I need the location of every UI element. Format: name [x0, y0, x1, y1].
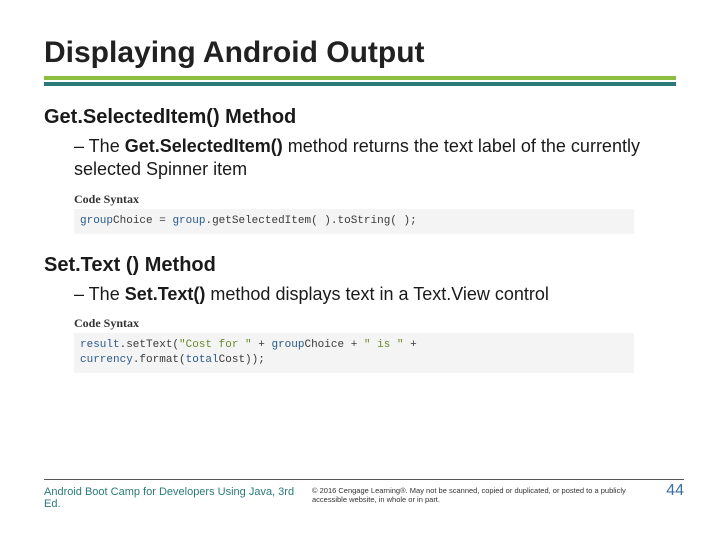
- page-title: Displaying Android Output: [44, 36, 676, 70]
- syntax-label: Code Syntax: [74, 190, 634, 209]
- syntax-code-get-selected: groupChoice = group.getSelectedItem( ).t…: [74, 209, 634, 234]
- bullet-set-text: – The Set.Text() method displays text in…: [74, 283, 676, 306]
- bullet-text-bold: Set.Text(): [125, 284, 206, 304]
- footer-copyright: © 2016 Cengage Learning®. May not be sca…: [312, 486, 660, 505]
- section-get-selected: Get.SelectedItem() Method – The Get.Sele…: [44, 106, 676, 234]
- section-set-text: Set.Text () Method – The Set.Text() meth…: [44, 254, 676, 373]
- divider-teal: [44, 82, 676, 86]
- heading-set-text: Set.Text () Method: [44, 254, 676, 277]
- bullet-text-prefix: – The: [74, 284, 125, 304]
- syntax-code-set-text: result.setText("Cost for " + groupChoice…: [74, 333, 634, 373]
- syntax-block-set-text: Code Syntax result.setText("Cost for " +…: [74, 314, 634, 373]
- syntax-block-get-selected: Code Syntax groupChoice = group.getSelec…: [74, 190, 634, 234]
- syntax-label: Code Syntax: [74, 314, 634, 333]
- bullet-get-selected: – The Get.SelectedItem() method returns …: [74, 135, 676, 182]
- page-number: 44: [660, 482, 684, 500]
- bullet-text-rest: method displays text in a Text.View cont…: [205, 284, 549, 304]
- bullet-text-prefix: – The: [74, 136, 125, 156]
- divider-green: [44, 76, 676, 80]
- footer: Android Boot Camp for Developers Using J…: [44, 479, 684, 510]
- footer-book-title: Android Boot Camp for Developers Using J…: [44, 486, 312, 510]
- heading-get-selected: Get.SelectedItem() Method: [44, 106, 676, 129]
- bullet-text-bold: Get.SelectedItem(): [125, 136, 283, 156]
